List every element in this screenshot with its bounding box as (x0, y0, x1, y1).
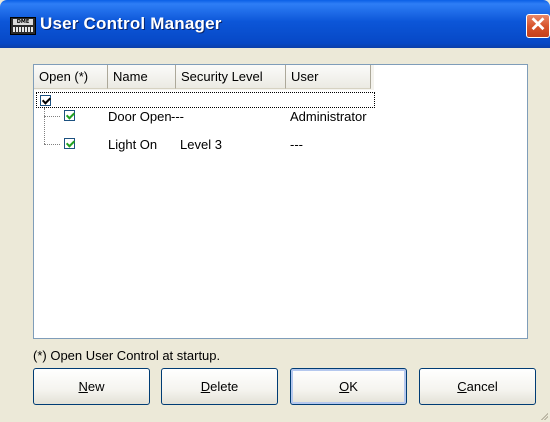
row-security-level: --- (171, 109, 184, 124)
delete-button-label: elete (210, 379, 239, 394)
new-button-label: ew (87, 379, 105, 394)
ok-button-label: K (349, 379, 358, 394)
resize-grip[interactable] (536, 408, 548, 420)
user-control-list[interactable]: Open (*) Name Security Level User Door O… (33, 64, 528, 339)
delete-button[interactable]: Delete (161, 368, 278, 405)
open-checkbox[interactable] (64, 110, 75, 121)
row-name: Door Open (108, 109, 172, 124)
tree-root-row[interactable] (36, 92, 375, 108)
row-name: Light On (108, 137, 158, 152)
app-icon-label: DME (13, 19, 33, 25)
new-button-mnemonic: N (78, 379, 88, 394)
tree-connector (44, 108, 45, 144)
row-user: --- (290, 137, 303, 152)
ok-button-mnemonic: O (339, 379, 350, 394)
app-icon-keys (13, 27, 33, 32)
title-bar[interactable]: DME User Control Manager ✕ (0, 0, 550, 48)
column-header-name[interactable]: Name (108, 65, 176, 89)
tree-connector (44, 116, 60, 117)
open-checkbox[interactable] (64, 138, 75, 149)
list-header: Open (*) Name Security Level User (34, 65, 374, 90)
column-header-security-level[interactable]: Security Level (176, 65, 286, 89)
cancel-button-mnemonic: C (457, 379, 467, 394)
close-icon: ✕ (529, 14, 547, 36)
row-security-level: Level 3 (180, 137, 222, 152)
dme-app-icon: DME (10, 17, 36, 35)
column-header-user[interactable]: User (286, 65, 371, 89)
user-control-manager-window: DME User Control Manager ✕ Open (*) Name… (0, 0, 550, 422)
ok-button[interactable]: OK (290, 368, 407, 405)
startup-footnote: (*) Open User Control at startup. (33, 348, 221, 363)
cancel-button[interactable]: Cancel (419, 368, 536, 405)
delete-button-mnemonic: D (200, 379, 211, 394)
close-button[interactable]: ✕ (526, 14, 550, 38)
new-button[interactable]: New (33, 368, 150, 405)
root-checkbox[interactable] (40, 95, 51, 106)
row-user: Administrator (290, 109, 367, 124)
cancel-button-label: ancel (466, 379, 498, 394)
window-title: User Control Manager (40, 14, 222, 33)
tree-connector (44, 144, 60, 145)
column-header-open[interactable]: Open (*) (34, 65, 108, 89)
